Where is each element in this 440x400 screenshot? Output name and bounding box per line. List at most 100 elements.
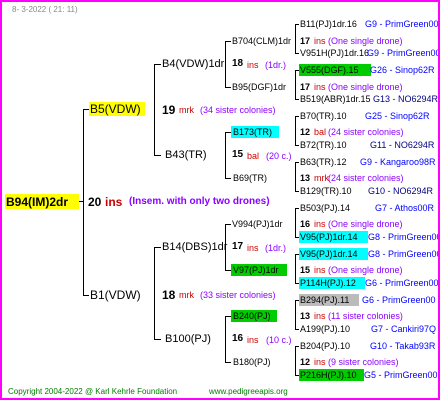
gen2-queen[interactable]: B14(DBS)1dr: [162, 241, 227, 253]
gen3-count: 12: [300, 127, 311, 137]
gen3-count: 16: [300, 219, 311, 229]
gen4-queen[interactable]: B129(TR).10: [300, 185, 352, 197]
gen2-note: (20 c.): [266, 151, 292, 161]
gen3-queen[interactable]: B173(TR): [233, 126, 272, 138]
connector-line: [154, 339, 161, 340]
gen4-queen[interactable]: P114H(PJ).12: [300, 277, 356, 289]
connector-line: [295, 329, 299, 330]
gen3-unit: mrk: [314, 173, 329, 183]
connector-line: [154, 64, 161, 65]
connector-line: [295, 70, 296, 100]
gen4-queen[interactable]: V951H(PJ)1dr.16: [300, 47, 369, 59]
connector-line: [295, 208, 296, 238]
gen2-note: (10 c.): [266, 335, 292, 345]
gen4-code: G13 - NO6294R: [373, 94, 439, 104]
gen4-queen[interactable]: B519(ABR)1dr.15: [300, 93, 371, 105]
gen4-queen[interactable]: B72(TR).10: [300, 139, 347, 151]
gen4-queen[interactable]: V95(PJ)1dr.14: [300, 231, 358, 243]
gen3-queen[interactable]: B704(CLM)1dr: [232, 35, 291, 47]
gen4-queen[interactable]: B11(PJ)1dr.16: [300, 18, 357, 30]
gen4-code: G9 - PrimGreen00: [365, 19, 439, 29]
gen2-unit: bal: [247, 151, 260, 161]
root-unit: ins: [105, 195, 123, 209]
connector-line: [295, 162, 299, 163]
gen2-unit: ins: [247, 243, 259, 253]
gen4-queen[interactable]: B294(PJ).11: [300, 294, 349, 306]
gen2-count: 15: [232, 149, 244, 160]
gen4-code: G25 - Sinop62R: [365, 111, 430, 121]
connector-line: [295, 24, 299, 25]
gen3-count: 15: [300, 265, 311, 275]
gen3-queen[interactable]: B95(DGF)1dr: [232, 81, 286, 93]
gen4-code: G6 - PrimGreen00: [362, 295, 436, 305]
gen2-queen[interactable]: B100(PJ): [165, 333, 211, 345]
connector-line: [295, 208, 299, 209]
gen1-note: (34 sister colonies): [200, 105, 276, 115]
connector-line: [83, 295, 89, 296]
connector-line: [225, 362, 231, 363]
root-note: (Insem. with only two drones): [129, 196, 270, 207]
gen2-queen[interactable]: B4(VDW)1dr: [162, 58, 224, 70]
gen3-unit: ins: [314, 219, 326, 229]
gen4-queen[interactable]: V95(PJ)1dr.14: [300, 248, 358, 260]
connector-line: [295, 24, 296, 54]
gen2-queen[interactable]: B43(TR): [165, 149, 207, 161]
connector-line: [154, 247, 161, 248]
gen3-queen[interactable]: V97(PJ)1dr: [233, 264, 279, 276]
gen3-note: (One single drone): [328, 82, 403, 92]
connector-line: [295, 300, 296, 330]
gen4-queen[interactable]: B70(TR).10: [300, 110, 347, 122]
gen3-unit: ins: [314, 82, 326, 92]
connector-line: [225, 41, 226, 88]
gen4-code: G10 - Takab93R: [370, 341, 436, 351]
gen3-unit: ins: [314, 357, 326, 367]
gen3-queen[interactable]: B240(PJ): [233, 310, 271, 322]
gen4-code: G5 - PrimGreen00: [364, 370, 438, 380]
gen4-code: G7 - Athos00R: [375, 203, 435, 213]
gen3-note: (24 sister colonies): [328, 127, 404, 137]
gen3-unit: ins: [314, 265, 326, 275]
connector-line: [295, 191, 299, 192]
connector-line: [225, 224, 231, 225]
gen3-count: 17: [300, 82, 311, 92]
gen1-queen[interactable]: B1(VDW): [90, 288, 141, 302]
gen2-count: 17: [232, 241, 244, 252]
gen4-code: G9 - Kangaroo98R: [360, 157, 436, 167]
gen4-code: G8 - PrimGreen00: [368, 232, 440, 242]
gen3-queen[interactable]: V994(PJ)1dr: [232, 218, 283, 230]
connector-line: [83, 109, 84, 296]
gen3-count: 13: [300, 311, 311, 321]
gen4-queen[interactable]: B204(PJ).10: [300, 340, 350, 352]
gen4-code: G10 - NO6294R: [368, 186, 434, 196]
gen4-queen[interactable]: B63(TR).12: [300, 156, 347, 168]
gen4-code: G8 - PrimGreen00: [368, 249, 440, 259]
gen3-unit: ins: [314, 36, 326, 46]
root-queen[interactable]: B94(IM)2dr: [6, 195, 68, 209]
gen4-queen[interactable]: A199(PJ).10: [300, 323, 350, 335]
gen3-queen[interactable]: B180(PJ): [233, 356, 271, 368]
footer-copyright: Copyright 2004-2022 @ Karl Kehrle Founda…: [8, 387, 178, 396]
connector-line: [154, 155, 161, 156]
connector-line: [295, 346, 296, 376]
gen1-queen[interactable]: B5(VDW): [90, 102, 141, 116]
gen1-count: 19: [162, 103, 176, 117]
connector-line: [225, 178, 231, 179]
gen3-note: (24 sister colonies): [328, 173, 404, 183]
gen4-queen[interactable]: V555(DGF).15: [300, 64, 359, 76]
gen1-unit: mrk: [179, 105, 194, 115]
connector-line: [154, 247, 155, 340]
gen3-queen[interactable]: B69(TR): [233, 172, 267, 184]
gen4-queen[interactable]: P216H(PJ).10: [300, 369, 357, 381]
gen4-queen[interactable]: B503(PJ).14: [300, 202, 350, 214]
gen4-code: G26 - Sinop62R: [370, 65, 435, 75]
footer-site-link[interactable]: www.pedigreeapis.org: [209, 386, 288, 398]
gen2-unit: ins: [247, 60, 259, 70]
connector-line: [225, 87, 231, 88]
gen4-code: G6 - PrimGreen00: [365, 278, 439, 288]
gen2-count: 16: [232, 333, 244, 344]
gen2-note: (1dr.): [265, 60, 287, 70]
connector-line: [225, 132, 226, 179]
gen3-note: (9 sister colonies): [328, 357, 399, 367]
gen2-count: 18: [232, 58, 244, 69]
gen4-code: G11 - NO6294R: [370, 140, 435, 150]
